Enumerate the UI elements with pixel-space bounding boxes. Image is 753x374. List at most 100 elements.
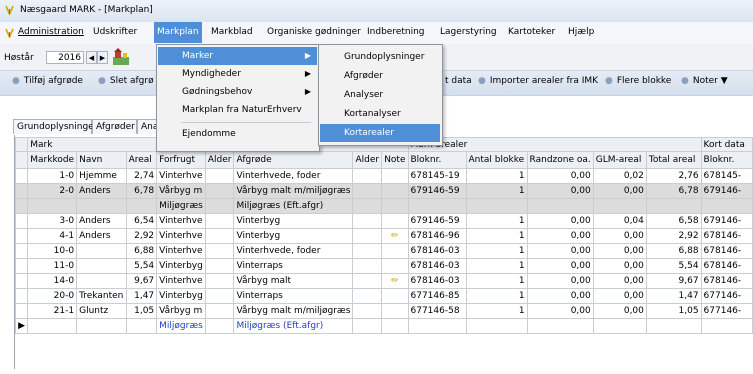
cell-markkode[interactable]: 10-0	[27, 243, 78, 259]
cell-forfrugt[interactable]: Vårbyg m	[156, 303, 206, 319]
cell-forfrugt[interactable]: Vinterbyg	[156, 258, 206, 274]
pencil-icon[interactable]: ✏	[391, 276, 399, 286]
submenu-item-grundoplysninger[interactable]: Grundoplysninger	[320, 48, 440, 66]
cell-alder[interactable]	[204, 273, 235, 289]
col-glm-areal[interactable]: GLM-areal	[592, 151, 647, 169]
cell-total[interactable]	[645, 318, 702, 334]
cell-glm[interactable]: 0,00	[592, 303, 647, 319]
cell-navn[interactable]: Anders	[76, 183, 127, 199]
cell-alder[interactable]	[204, 258, 235, 274]
cell-note[interactable]	[381, 258, 409, 274]
cell-note[interactable]	[381, 213, 409, 229]
cell-afgrode[interactable]: Vårbyg malt m/miljøgræs	[233, 303, 354, 319]
col-areal[interactable]: Areal	[125, 151, 158, 169]
cell-forfrugt[interactable]: Vinterhve	[156, 273, 206, 289]
col-markkode[interactable]: Markkode	[27, 151, 78, 169]
row-selector[interactable]	[14, 258, 29, 274]
cell-alder[interactable]	[204, 318, 235, 334]
row-selector[interactable]: ▶	[14, 318, 29, 334]
cell-antal[interactable]: 1	[465, 258, 528, 274]
cell-antal[interactable]: 1	[465, 273, 528, 289]
tab-grundoplysninger[interactable]: Grundoplysninger	[13, 119, 97, 134]
cell-bloknr[interactable]	[407, 198, 467, 214]
cell-afgrode[interactable]: Vårbyg malt m/miljøgræs	[233, 183, 354, 199]
cell-areal[interactable]: 5,54	[125, 258, 158, 274]
table-row[interactable]: 11-0 5,54 Vinterbyg Vinterraps 678146-03 1 0,0…	[14, 258, 753, 274]
submenu-item-analyser[interactable]: Analyser	[320, 86, 440, 104]
table-row[interactable]: 1-0 Hjemme 2,74 Vinterhve Vinterhvede, foder…	[14, 168, 753, 184]
cell-markkode[interactable]: 1-0	[27, 168, 78, 184]
cell-total[interactable]: 6,58	[645, 213, 702, 229]
cell-note[interactable]: ✏	[381, 228, 409, 244]
menu-item-ejendomme[interactable]: Ejendomme	[158, 125, 317, 143]
cell-afgrode[interactable]: Vinterraps	[233, 258, 354, 274]
tab-analyser[interactable]: Ana	[137, 119, 158, 134]
cell-forfrugt[interactable]: Vinterhve	[156, 243, 206, 259]
cell-areal[interactable]: 9,67	[125, 273, 158, 289]
cell-navn[interactable]: Trekanten	[76, 288, 127, 304]
cell-bloknr[interactable]: 677146-85	[407, 288, 467, 304]
cell-alder[interactable]	[204, 243, 235, 259]
row-selector[interactable]	[14, 288, 29, 304]
cell-areal[interactable]: 1,47	[125, 288, 158, 304]
menu-item-myndigheder[interactable]: Myndigheder ▶	[158, 65, 317, 83]
year-next-button[interactable]: ▶	[97, 51, 108, 64]
cell-areal[interactable]: 2,92	[125, 228, 158, 244]
cell-antal[interactable]: 1	[465, 183, 528, 199]
cell-bloknr[interactable]: 678146-03	[407, 243, 467, 259]
cell-afgrode[interactable]: Vinterhvede, foder	[233, 243, 354, 259]
table-row[interactable]: Miljøgræs Miljøgræs (Eft.afgr)	[14, 198, 753, 214]
col-forfrugt[interactable]: Forfrugt	[156, 151, 206, 169]
cell-bloknr[interactable]: 679146-59	[407, 183, 467, 199]
row-selector[interactable]	[14, 198, 29, 214]
cell-alder[interactable]	[204, 198, 235, 214]
row-selector[interactable]	[14, 243, 29, 259]
cell-markkode[interactable]: 3-0	[27, 213, 78, 229]
cell-afgrode[interactable]: Miljøgræs (Eft.afgr)	[233, 198, 354, 214]
row-selector[interactable]	[14, 168, 29, 184]
col-total-areal[interactable]: Total areal	[645, 151, 702, 169]
col-alder-2[interactable]: Alder	[352, 151, 383, 169]
row-selector[interactable]	[14, 228, 29, 244]
cell-navn[interactable]	[76, 198, 127, 214]
cell-forfrugt[interactable]: Vinterhve	[156, 213, 206, 229]
submenu-item-afgroder[interactable]: Afgrøder	[320, 67, 440, 85]
cell-markkode[interactable]: 20-0	[27, 288, 78, 304]
cell-forfrugt[interactable]: Miljøgræs	[156, 318, 206, 334]
cell-alder2[interactable]	[352, 303, 383, 319]
cell-alder[interactable]	[204, 228, 235, 244]
col-note[interactable]: Note	[381, 151, 409, 169]
cell-kort[interactable]: 679146-	[700, 213, 753, 229]
cell-total[interactable]: 1,47	[645, 288, 702, 304]
cell-navn[interactable]	[76, 258, 127, 274]
cell-areal[interactable]: 1,05	[125, 303, 158, 319]
cell-alder2[interactable]	[352, 198, 383, 214]
col-bloknr[interactable]: Bloknr.	[407, 151, 467, 169]
cell-glm[interactable]: 0,00	[592, 273, 647, 289]
submenu-item-kortarealer[interactable]: Kortarealer	[320, 124, 440, 142]
cell-kort[interactable]: 678146-	[700, 273, 753, 289]
cell-forfrugt[interactable]: Miljøgræs	[156, 198, 206, 214]
menu-kartoteker[interactable]: Kartoteker	[508, 27, 555, 37]
cell-navn[interactable]: Hjemme	[76, 168, 127, 184]
cell-kort[interactable]: 678146-	[700, 243, 753, 259]
cell-markkode[interactable]: 21-1	[27, 303, 78, 319]
cell-alder2[interactable]	[352, 318, 383, 334]
cell-randzone[interactable]: 0,00	[526, 303, 594, 319]
cell-randzone[interactable]: 0,00	[526, 288, 594, 304]
cell-markkode[interactable]: 2-0	[27, 183, 78, 199]
cell-glm[interactable]: 0,00	[592, 183, 647, 199]
cell-alder2[interactable]	[352, 183, 383, 199]
cell-areal[interactable]: 6,88	[125, 243, 158, 259]
cell-alder[interactable]	[204, 288, 235, 304]
cell-kort[interactable]: 677146-	[700, 303, 753, 319]
cell-alder2[interactable]	[352, 213, 383, 229]
cell-navn[interactable]: Anders	[76, 213, 127, 229]
cell-bloknr[interactable]: 678146-96	[407, 228, 467, 244]
cell-randzone[interactable]	[526, 198, 594, 214]
table-row[interactable]: 21-1 Gluntz 1,05 Vårbyg m Vårbyg malt m/milj…	[14, 303, 753, 319]
cell-antal[interactable]: 1	[465, 303, 528, 319]
table-row[interactable]: 3-0 Anders 6,54 Vinterhve Vinterbyg 679146-59…	[14, 213, 753, 229]
cell-total[interactable]: 1,05	[645, 303, 702, 319]
cell-note[interactable]	[381, 198, 409, 214]
